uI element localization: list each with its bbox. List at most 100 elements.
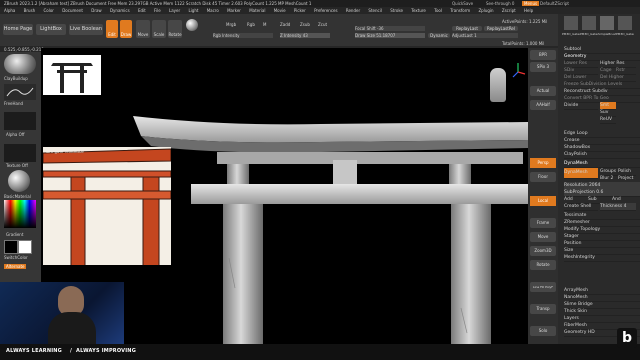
adjust-last-slider[interactable]: AdjustLast 1	[452, 33, 518, 38]
edit-button[interactable]: Edit	[106, 20, 118, 38]
axis-gizmo-icon[interactable]	[512, 62, 526, 78]
dynamesh-button[interactable]: DynaMesh	[564, 168, 598, 179]
scale-button[interactable]: Scale	[152, 20, 166, 38]
menu-material[interactable]: Material	[249, 8, 265, 13]
stroke-thumbnail-icon[interactable]	[4, 84, 36, 100]
menu-layer[interactable]: Layer	[169, 8, 180, 13]
menu-light[interactable]: Light	[188, 8, 198, 13]
rotate-view-button[interactable]: Rotate	[530, 260, 556, 270]
menu-marker[interactable]: Marker	[227, 8, 241, 13]
claypolish-button[interactable]: ClayPolish	[564, 151, 640, 159]
menus-toggle[interactable]: Menus	[522, 1, 540, 6]
line-fill-polyf-button[interactable]: Line Fill PolyF	[530, 282, 556, 292]
alpha-thumbnail-icon[interactable]	[4, 112, 36, 130]
material-sphere-icon[interactable]	[186, 19, 198, 31]
menu-alpha[interactable]: Alpha	[4, 8, 15, 13]
zsub-toggle[interactable]: Zsub	[300, 22, 310, 27]
menu-zscript[interactable]: Zscript	[502, 8, 516, 13]
menu-transform[interactable]: Transform	[450, 8, 470, 13]
tool-thumb-2-icon[interactable]	[582, 16, 596, 30]
spix-button[interactable]: SPix 3	[530, 62, 556, 72]
meshintegrity-section[interactable]: MeshIntegrity	[564, 254, 640, 262]
reference-image-torii[interactable]: Torii gate reference	[42, 147, 172, 268]
rgb-toggle[interactable]: Rgb	[247, 22, 255, 27]
frame-button[interactable]: Frame	[530, 218, 556, 228]
rotate-label: Rotate	[168, 32, 182, 37]
dynamesh-section[interactable]: DynaMesh	[564, 160, 640, 168]
local-button[interactable]: Local	[530, 196, 556, 206]
color-picker[interactable]	[4, 200, 36, 228]
top-toolbar: Home Page LightBox Live Boolean Edit Dra…	[0, 14, 640, 46]
menu-stencil[interactable]: Stencil	[368, 8, 382, 13]
divide-button[interactable]: Divide	[564, 102, 598, 110]
edit-label: Edit	[108, 32, 116, 37]
rgb-intensity-slider[interactable]: Rgb Intensity	[213, 33, 273, 38]
thickness-slider[interactable]: Thickness 4	[600, 203, 636, 211]
menu-movie[interactable]: Movie	[274, 8, 286, 13]
create-shell-button[interactable]: Create Shell	[564, 203, 598, 211]
menu-help[interactable]: Help	[524, 8, 533, 13]
draw-size-slider[interactable]: Draw Size 51.18707	[355, 33, 425, 38]
material-name: BasicMaterial	[4, 194, 31, 199]
menu-tool[interactable]: Tool	[434, 8, 442, 13]
menu-macro[interactable]: Macro	[207, 8, 219, 13]
tool-thumb-4-icon[interactable]	[618, 16, 632, 30]
reuv-toggle[interactable]: ReUV	[600, 116, 616, 124]
menu-zplugin[interactable]: Zplugin	[478, 8, 493, 13]
move-button[interactable]: Move	[136, 20, 150, 38]
lightbox-button[interactable]: LightBox	[36, 24, 66, 35]
focal-shift-slider[interactable]: Focal Shift -36	[355, 26, 425, 31]
solo-button[interactable]: Solo	[530, 326, 556, 336]
main-color-swatch[interactable]	[4, 240, 18, 254]
see-through-slider[interactable]: See-through 0	[486, 1, 514, 6]
presenter-body	[48, 312, 96, 344]
rotate-button[interactable]: Rotate	[168, 20, 182, 38]
menu-edit[interactable]: Edit	[138, 8, 146, 13]
aahalf-button[interactable]: AAHalf	[530, 100, 556, 110]
menu-color[interactable]: Color	[43, 8, 53, 13]
menu-texture[interactable]: Texture	[411, 8, 426, 13]
texture-thumbnail-icon[interactable]	[4, 144, 36, 162]
z-intensity-slider[interactable]: Z Intensity 43	[280, 33, 330, 38]
draw-button[interactable]: Draw	[120, 20, 132, 38]
mrgb-toggle[interactable]: Mrgb	[226, 22, 236, 27]
material-thumbnail-icon[interactable]	[8, 170, 30, 192]
tool-thumb-1-icon[interactable]	[564, 16, 578, 30]
navigation-head-icon[interactable]	[490, 68, 506, 102]
replay-last-button[interactable]: ReplayLast	[452, 26, 482, 31]
brush-thumbnail-icon[interactable]	[4, 54, 36, 74]
reference-caption: Torii gate reference	[45, 149, 84, 154]
bpr-button[interactable]: BPR	[530, 50, 556, 60]
actual-button[interactable]: Actual	[530, 86, 556, 96]
dynamic-toggle[interactable]: Dynamic	[428, 33, 450, 38]
tool-thumb-3-icon[interactable]	[600, 16, 614, 30]
default-zscript[interactable]: DefaultZScript	[540, 1, 569, 6]
zcut-toggle[interactable]: Zcut	[318, 22, 327, 27]
alternate-button[interactable]: Alternate	[4, 264, 27, 269]
quicksave-button[interactable]: QuickSave	[452, 1, 473, 6]
floor-button[interactable]: Floor	[530, 172, 556, 182]
reference-image-silhouette[interactable]	[43, 55, 101, 95]
replay-last-rel-button[interactable]: ReplayLastRel	[484, 26, 518, 31]
menu-render[interactable]: Render	[346, 8, 360, 13]
menu-preferences[interactable]: Preferences	[314, 8, 338, 13]
move-view-button[interactable]: Move	[530, 232, 556, 242]
menu-stroke[interactable]: Stroke	[390, 8, 403, 13]
secondary-color-swatch[interactable]	[18, 240, 32, 254]
home-page-button[interactable]: Home Page	[3, 24, 33, 35]
m-toggle[interactable]: M	[263, 22, 266, 27]
menu-brush[interactable]: Brush	[24, 8, 36, 13]
menu-picker[interactable]: Picker	[294, 8, 306, 13]
transp-button[interactable]: Transp	[530, 304, 556, 314]
switch-color-button[interactable]: SwitchColor	[4, 255, 28, 260]
live-boolean-button[interactable]: Live Boolean	[69, 24, 103, 35]
left-tray: ClayBuildup FreeHand Alpha Off Texture O…	[0, 52, 41, 282]
zoom3d-button[interactable]: Zoom3D	[530, 246, 556, 256]
menu-dynamics[interactable]: Dynamics	[110, 8, 130, 13]
menu-file[interactable]: File	[154, 8, 161, 13]
menu-document[interactable]: Document	[62, 8, 83, 13]
persp-button[interactable]: Persp	[530, 158, 556, 168]
zadd-toggle[interactable]: Zadd	[280, 22, 290, 27]
gradient-label: Gradient	[6, 232, 24, 237]
menu-draw[interactable]: Draw	[91, 8, 101, 13]
